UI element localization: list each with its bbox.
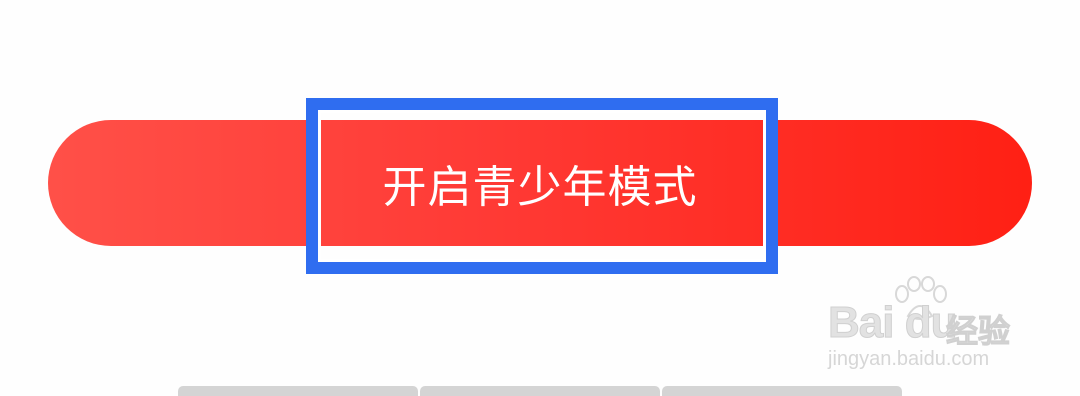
bottom-tab-bar xyxy=(178,386,902,396)
bottom-bar-segment xyxy=(662,386,902,396)
watermark-url: jingyan.baidu.com xyxy=(828,348,990,370)
watermark-brand-cn: 经验 xyxy=(945,312,1011,351)
bottom-bar-segment xyxy=(420,386,660,396)
enable-teen-mode-button[interactable]: 开启青少年模式 xyxy=(48,120,1032,246)
watermark-brand: Bai du xyxy=(827,298,957,348)
enable-teen-mode-label: 开启青少年模式 xyxy=(382,162,698,213)
baidu-jingyan-watermark: Bai du 经验 jingyan.baidu.com xyxy=(827,276,1028,376)
bottom-bar-segment xyxy=(178,386,418,396)
